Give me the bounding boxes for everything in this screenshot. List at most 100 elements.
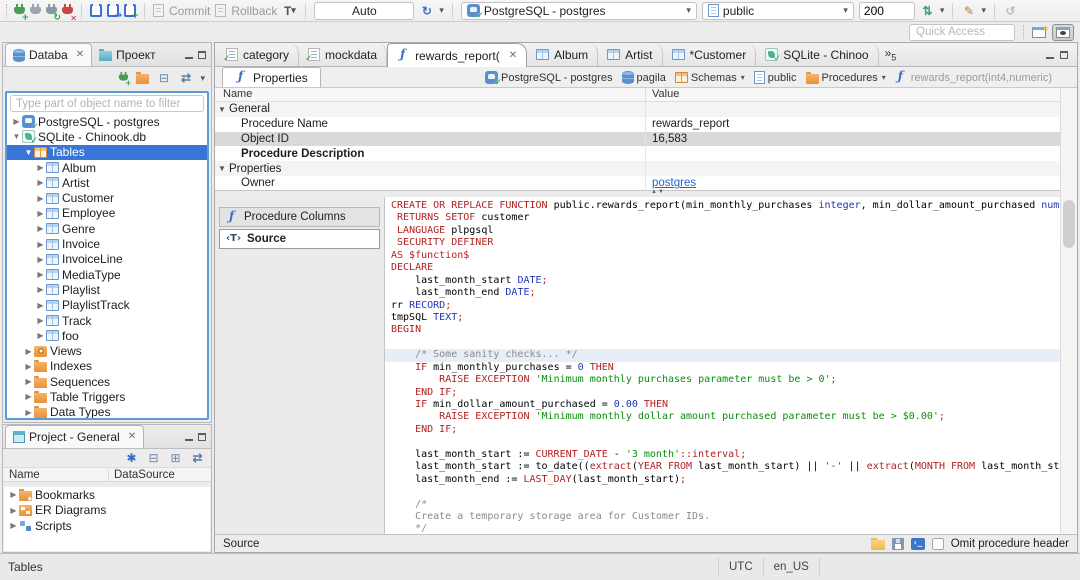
tab-overflow-button[interactable]: »5 xyxy=(879,46,903,62)
expand-arrow-icon[interactable]: ▼ xyxy=(215,105,229,114)
expand-arrow-icon[interactable]: ▶ xyxy=(35,331,46,340)
property-row-object-id[interactable]: Object ID 16,583 xyxy=(215,131,1077,147)
open-perspective-icon[interactable] xyxy=(1032,24,1049,38)
current-perspective-button[interactable] xyxy=(1052,23,1074,41)
pen-icon[interactable]: ✎ xyxy=(961,3,976,18)
tree-item-postgresql-postgres[interactable]: ▶ PostgreSQL - postgres xyxy=(7,114,207,133)
source-code-viewer[interactable]: CREATE OR REPLACE FUNCTION public.reward… xyxy=(385,197,1077,534)
omit-header-checkbox[interactable] xyxy=(931,537,944,550)
expand-arrow-icon[interactable]: ▶ xyxy=(35,255,46,264)
tree-item-mediatype[interactable]: ▶ MediaType xyxy=(7,267,207,282)
new-sql-editor-icon[interactable]: + xyxy=(124,4,139,21)
new-connection-icon[interactable]: + xyxy=(119,72,132,88)
property-row-properties[interactable]: ▼ Properties xyxy=(215,161,1077,176)
tree-item-artist[interactable]: ▶ Artist xyxy=(7,175,207,190)
property-value-label[interactable]: postgres xyxy=(652,177,696,189)
sql-editor-icon[interactable] xyxy=(90,4,102,17)
collapse-all-icon[interactable]: ⊟ xyxy=(156,71,171,86)
editor-tab-customer[interactable]: *Customer xyxy=(663,43,757,66)
schema-select[interactable]: public ▾ xyxy=(701,1,854,20)
expand-arrow-icon[interactable]: ▶ xyxy=(35,194,46,203)
rollback-icon[interactable] xyxy=(215,4,227,17)
editor-tab-category[interactable]: category xyxy=(217,43,300,66)
recent-sql-editor-icon[interactable]: → xyxy=(107,4,122,21)
scrollbar-thumb[interactable] xyxy=(1063,200,1075,248)
expand-arrow-icon[interactable]: ▶ xyxy=(23,392,34,401)
minimize-icon[interactable] xyxy=(184,50,194,60)
tree-item-table-triggers[interactable]: ▶ Table Triggers xyxy=(7,389,207,404)
reconnect-icon[interactable]: ↻ xyxy=(46,3,61,23)
collapse-all-icon[interactable]: ⊟ xyxy=(146,451,161,466)
tree-item-sequences[interactable]: ▶ Sequences xyxy=(7,374,207,389)
breadcrumb-rewards-report-int4-numeric[interactable]: rewards_report(int4,numeric) xyxy=(892,69,1055,84)
column-name[interactable]: Name xyxy=(215,88,645,101)
expand-arrow-icon[interactable]: ▼ xyxy=(215,164,229,173)
fetch-size-input[interactable] xyxy=(858,1,915,20)
tree-item-playlisttrack[interactable]: ▶ PlaylistTrack xyxy=(7,298,207,313)
expand-arrow-icon[interactable]: ▶ xyxy=(23,347,34,356)
tab-project-general[interactable]: Project - General ✕ xyxy=(5,425,145,448)
save-to-file-icon[interactable] xyxy=(891,537,904,550)
tx-mode-select[interactable]: Auto xyxy=(314,1,415,20)
project-item-scripts[interactable]: ▶ Scripts xyxy=(4,518,210,534)
project-item-bookmarks[interactable]: ▶ Bookmarks xyxy=(4,487,210,503)
expand-arrow-icon[interactable]: ▶ xyxy=(8,506,19,515)
close-icon[interactable]: ✕ xyxy=(128,432,136,442)
expand-all-icon[interactable]: ⊞ xyxy=(168,451,183,466)
pen-dropdown-icon[interactable]: ▾ xyxy=(981,5,986,16)
expand-arrow-icon[interactable]: ▶ xyxy=(11,117,22,126)
expand-arrow-icon[interactable]: ▼ xyxy=(11,132,22,141)
new-connection-icon[interactable]: + xyxy=(14,3,29,23)
sync-icon[interactable]: ⇅ xyxy=(920,3,935,18)
load-from-file-icon[interactable] xyxy=(870,537,885,550)
new-folder-icon[interactable] xyxy=(136,72,150,84)
tree-item-data-types[interactable]: ▶ Data Types xyxy=(7,405,207,418)
expand-arrow-icon[interactable]: ▶ xyxy=(23,408,34,417)
expand-arrow-icon[interactable]: ▶ xyxy=(35,270,46,279)
expand-arrow-icon[interactable]: ▶ xyxy=(35,178,46,187)
tree-item-track[interactable]: ▶ Track xyxy=(7,313,207,328)
editor-tab-album[interactable]: Album xyxy=(527,43,599,66)
minimize-icon[interactable] xyxy=(1045,50,1055,60)
editor-tab-sqlite-chinoo[interactable]: SQLite - Chinoo xyxy=(756,43,879,66)
property-row-general[interactable]: ▼ General xyxy=(215,102,1077,117)
property-value[interactable]: rewards_report xyxy=(645,116,1077,132)
breadcrumb-procedures[interactable]: Procedures ▾ xyxy=(803,71,889,84)
tree-item-indexes[interactable]: ▶ Indexes xyxy=(7,359,207,374)
property-row-procedure-description[interactable]: Procedure Description xyxy=(215,146,1077,162)
column-name[interactable]: Name xyxy=(3,469,108,481)
link-editor-icon[interactable]: ⇄ xyxy=(190,451,205,466)
link-editor-icon[interactable]: ⇄ xyxy=(178,71,193,86)
column-value[interactable]: Value xyxy=(645,88,1077,101)
maximize-icon[interactable] xyxy=(197,50,207,60)
property-value[interactable]: 16,583 xyxy=(645,131,1077,147)
expand-arrow-icon[interactable]: ▶ xyxy=(8,521,19,530)
breadcrumb-schemas[interactable]: Schemas ▾ xyxy=(672,72,748,84)
expand-arrow-icon[interactable]: ▶ xyxy=(35,240,46,249)
status-timezone[interactable]: UTC xyxy=(718,557,763,577)
tree-item-employee[interactable]: ▶ Employee xyxy=(7,206,207,221)
tab-properties[interactable]: Properties xyxy=(222,67,321,87)
chevron-down-icon[interactable]: ▾ xyxy=(741,73,745,82)
gear-icon[interactable]: ✱ xyxy=(124,451,139,466)
chevron-down-icon[interactable]: ▾ xyxy=(882,73,886,82)
property-value[interactable] xyxy=(645,161,1077,176)
connection-select[interactable]: PostgreSQL - postgres ▾ xyxy=(460,1,697,21)
expand-arrow-icon[interactable]: ▶ xyxy=(35,301,46,310)
maximize-icon[interactable] xyxy=(1059,50,1069,60)
breadcrumb-public[interactable]: public xyxy=(751,71,800,84)
breadcrumb-postgresql-postgres[interactable]: PostgreSQL - postgres xyxy=(482,71,615,88)
tab-database-navigator[interactable]: Databa ✕ xyxy=(5,43,93,66)
rollback-button[interactable]: Rollback xyxy=(231,4,277,18)
property-row-procedure-name[interactable]: Procedure Name rewards_report xyxy=(215,116,1077,132)
vertical-scrollbar[interactable] xyxy=(1060,88,1077,534)
tree-item-customer[interactable]: ▶ Customer xyxy=(7,190,207,205)
page-tab-procedure-columns[interactable]: Procedure Columns xyxy=(219,207,380,227)
maximize-icon[interactable] xyxy=(197,432,207,442)
project-item-er-diagrams[interactable]: ▶ ER Diagrams xyxy=(4,503,210,519)
connect-icon[interactable] xyxy=(30,3,41,18)
close-icon[interactable]: ✕ xyxy=(509,50,517,61)
tree-item-views[interactable]: ▶ Views xyxy=(7,343,207,358)
history-dropdown-icon[interactable]: ▾ xyxy=(439,5,444,16)
expand-arrow-icon[interactable]: ▶ xyxy=(35,285,46,294)
